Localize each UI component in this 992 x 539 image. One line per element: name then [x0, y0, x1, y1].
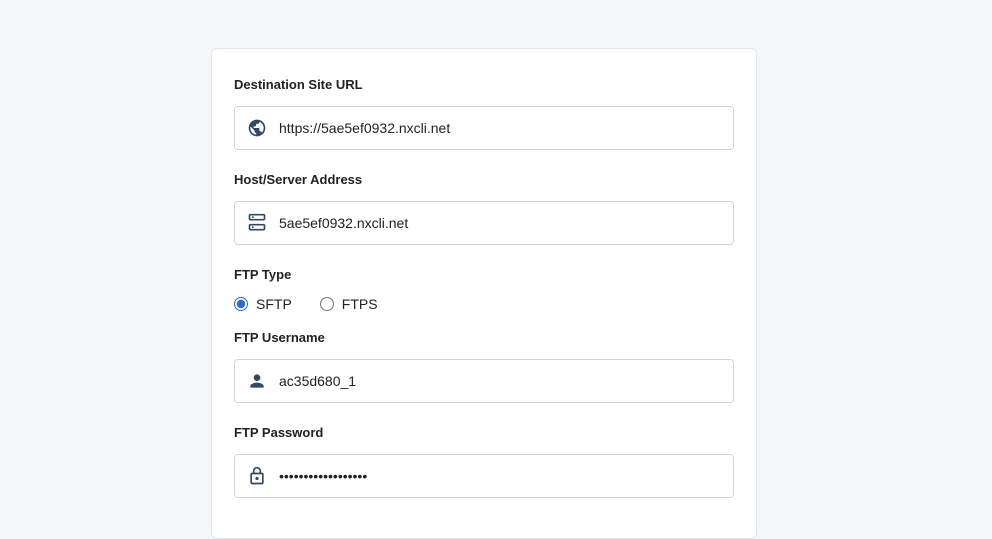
destination-url-input-wrap[interactable]	[234, 106, 734, 150]
ftp-type-ftps-radio[interactable]	[320, 297, 334, 311]
ftp-settings-panel: Destination Site URL Host/Server Address…	[211, 48, 757, 539]
server-icon	[247, 213, 267, 233]
ftp-type-ftps-item[interactable]: FTPS	[320, 296, 378, 312]
destination-url-label: Destination Site URL	[234, 77, 734, 92]
ftp-type-ftps-label[interactable]: FTPS	[342, 296, 378, 312]
destination-url-input[interactable]	[279, 120, 721, 136]
ftp-type-label: FTP Type	[234, 267, 734, 282]
host-address-input-wrap[interactable]	[234, 201, 734, 245]
host-address-label: Host/Server Address	[234, 172, 734, 187]
host-address-input[interactable]	[279, 215, 721, 231]
ftp-type-sftp-label[interactable]: SFTP	[256, 296, 292, 312]
ftp-username-input[interactable]	[279, 373, 721, 389]
ftp-username-label: FTP Username	[234, 330, 734, 345]
host-address-group: Host/Server Address	[234, 172, 734, 245]
ftp-type-sftp-item[interactable]: SFTP	[234, 296, 292, 312]
ftp-password-group: FTP Password	[234, 425, 734, 498]
globe-icon	[247, 118, 267, 138]
ftp-password-input-wrap[interactable]	[234, 454, 734, 498]
ftp-type-sftp-radio[interactable]	[234, 297, 248, 311]
lock-icon	[247, 466, 267, 486]
ftp-type-radio-row: SFTP FTPS	[234, 296, 734, 312]
user-icon	[247, 371, 267, 391]
ftp-password-label: FTP Password	[234, 425, 734, 440]
ftp-username-input-wrap[interactable]	[234, 359, 734, 403]
ftp-password-input[interactable]	[279, 468, 721, 484]
destination-url-group: Destination Site URL	[234, 77, 734, 150]
ftp-type-group: FTP Type SFTP FTPS FTP Username	[234, 267, 734, 403]
